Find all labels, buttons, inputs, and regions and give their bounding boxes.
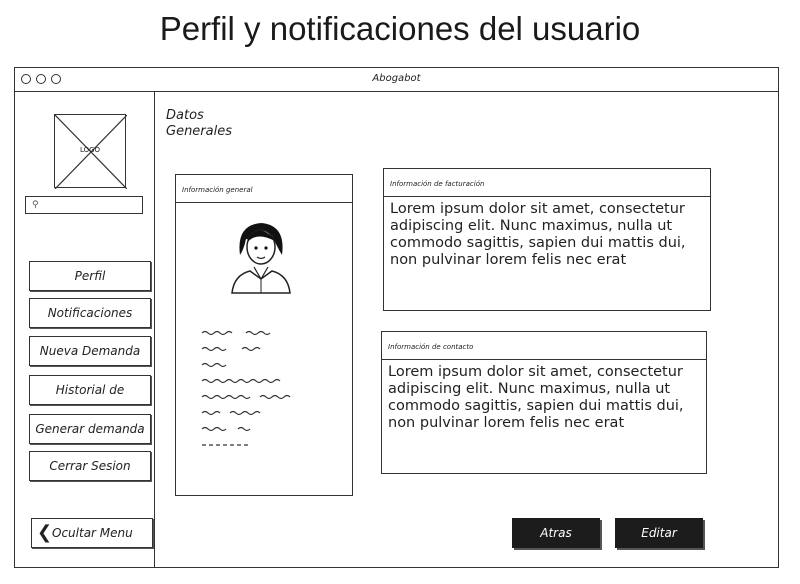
search-icon: ⚲ — [32, 200, 39, 210]
billing-info-header: Información de facturación — [384, 169, 710, 197]
contact-info-text: Lorem ipsum dolor sit amet, consectetur … — [388, 364, 684, 431]
page: Perfil y notificaciones del usuario Abog… — [0, 0, 800, 584]
contact-info-header: Información de contacto — [382, 332, 706, 360]
billing-info-panel: Información de facturación Lorem ipsum d… — [383, 168, 711, 311]
title-bar: Abogabot — [15, 68, 778, 92]
sidebar: LOGO ⚲ Perfil Notificaciones Nueva Deman… — [15, 92, 155, 567]
placeholder-text-lines — [200, 325, 320, 459]
nav-perfil-button[interactable]: Perfil — [29, 261, 151, 291]
general-info-panel: Información general — [175, 174, 353, 496]
section-title: Datos Generales — [166, 108, 233, 139]
logo-placeholder-icon: LOGO — [54, 114, 127, 189]
back-button[interactable]: Atras — [512, 518, 600, 548]
slide-title: Perfil y notificaciones del usuario — [159, 10, 641, 47]
edit-button[interactable]: Editar — [615, 518, 703, 548]
nav-nueva-demanda-button[interactable]: Nueva Demanda — [29, 336, 151, 366]
billing-info-text: Lorem ipsum dolor sit amet, consectetur … — [390, 201, 686, 268]
search-input[interactable]: ⚲ — [25, 196, 143, 214]
hide-menu-button[interactable]: ❮ Ocultar Menu — [31, 518, 153, 548]
app-window: Abogabot LOGO ⚲ Perfil Notificaciones Nu… — [14, 67, 779, 568]
nav-generar-demanda-button[interactable]: Generar demanda — [29, 414, 151, 444]
user-avatar-icon — [226, 215, 296, 299]
nav-historial-button[interactable]: Historial de — [29, 375, 151, 405]
general-info-header: Información general — [176, 175, 352, 203]
window-title: Abogabot — [372, 73, 421, 84]
nav-notificaciones-button[interactable]: Notificaciones — [29, 298, 151, 328]
contact-info-panel: Información de contacto Lorem ipsum dolo… — [381, 331, 707, 474]
chevron-left-icon: ❮ — [37, 522, 53, 543]
nav-cerrar-sesion-button[interactable]: Cerrar Sesion — [29, 451, 151, 481]
hide-menu-label: Ocultar Menu — [52, 526, 133, 540]
logo-text: LOGO — [79, 146, 101, 154]
